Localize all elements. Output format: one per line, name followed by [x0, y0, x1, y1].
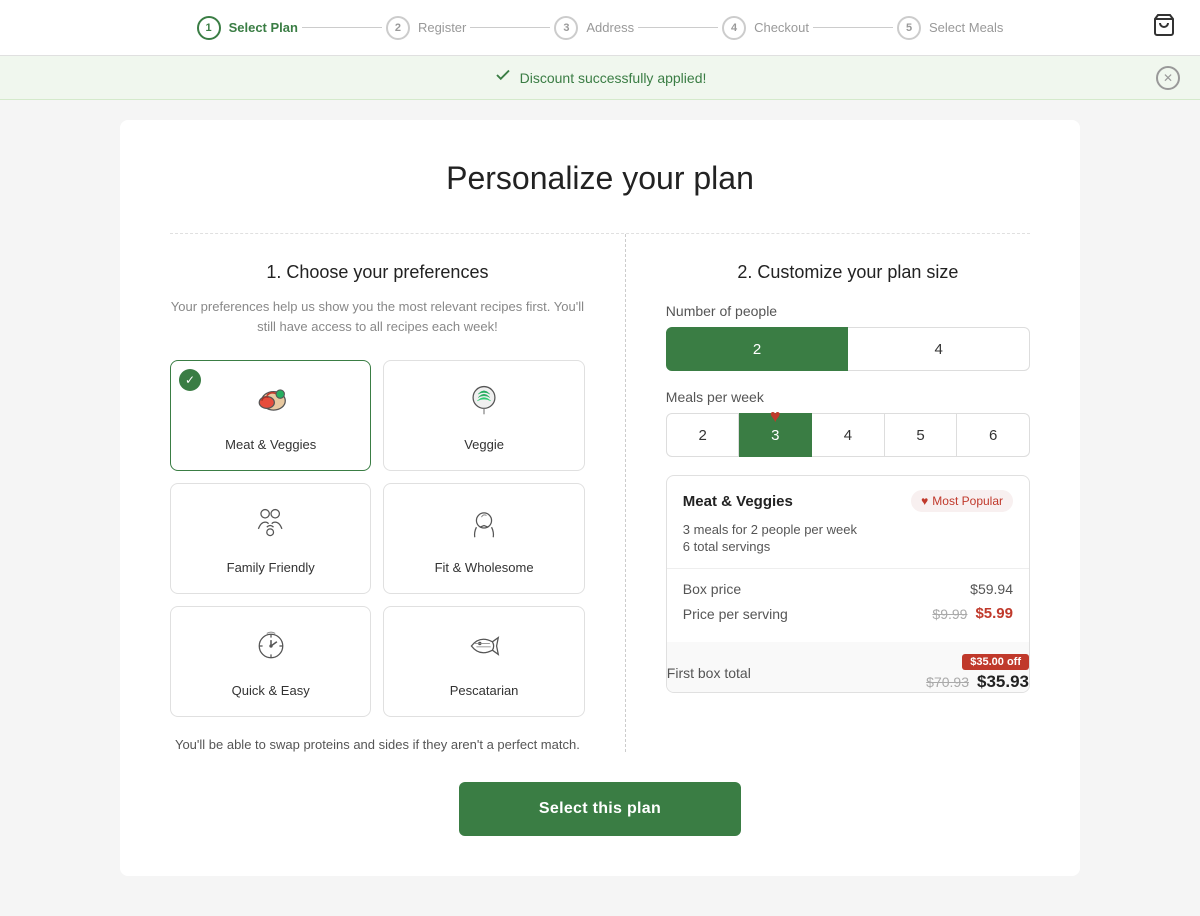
people-2-button[interactable]: 2 [666, 327, 849, 371]
step-4-label: Checkout [754, 20, 809, 35]
step-5-label: Select Meals [929, 20, 1003, 35]
select-plan-button[interactable]: Select this plan [459, 782, 741, 836]
discount-text: Discount successfully applied! [520, 70, 707, 86]
plan-size-title: 2. Customize your plan size [666, 262, 1030, 283]
pref-fit-wholesome[interactable]: Fit & Wholesome [383, 483, 584, 594]
preferences-description: Your preferences help us show you the mo… [170, 297, 585, 336]
pref-quick-easy[interactable]: Quick & Easy [170, 606, 371, 717]
veggie-label: Veggie [464, 437, 504, 452]
meals-5-button[interactable]: 5 [885, 413, 958, 457]
discount-banner: Discount successfully applied! ✕ [0, 56, 1200, 100]
box-price-label: Box price [683, 581, 741, 597]
first-prices-row: $70.93 $35.93 [926, 672, 1029, 692]
summary-pricing: Box price $59.94 Price per serving $9.99… [667, 569, 1029, 642]
step-3-circle: 3 [554, 16, 578, 40]
meat-veggies-icon [250, 379, 292, 427]
summary-box: Meat & Veggies ♥ Most Popular 3 meals fo… [666, 475, 1030, 693]
pref-family-friendly[interactable]: Family Friendly [170, 483, 371, 594]
step-line-2 [470, 27, 550, 28]
box-price-row: Box price $59.94 [683, 581, 1013, 597]
step-1[interactable]: 1 Select Plan [197, 16, 298, 40]
step-5-circle: 5 [897, 16, 921, 40]
per-serving-row: Price per serving $9.99 $5.99 [683, 605, 1013, 622]
servings-desc: 6 total servings [683, 539, 1013, 554]
people-4-button[interactable]: 4 [848, 327, 1030, 371]
meat-veggies-label: Meat & Veggies [225, 437, 316, 452]
meals-2-button[interactable]: 2 [666, 413, 740, 457]
main-content: Personalize your plan 1. Choose your pre… [0, 100, 1200, 916]
pref-veggie[interactable]: Veggie [383, 360, 584, 471]
per-serving-label: Price per serving [683, 606, 788, 622]
step-2-circle: 2 [386, 16, 410, 40]
box-price-value: $59.94 [970, 581, 1013, 597]
top-nav: 1 Select Plan 2 Register 3 Address 4 Che… [0, 0, 1200, 56]
pescatarian-icon [463, 625, 505, 673]
popular-badge-text: Most Popular [932, 494, 1003, 508]
step-1-label: Select Plan [229, 20, 298, 35]
first-box-original: $70.93 [926, 674, 969, 690]
plan-size-column: 2. Customize your plan size Number of pe… [626, 234, 1030, 752]
step-4-circle: 4 [722, 16, 746, 40]
pescatarian-label: Pescatarian [450, 683, 519, 698]
step-2-label: Register [418, 20, 466, 35]
meals-6-button[interactable]: 6 [957, 413, 1030, 457]
step-4[interactable]: 4 Checkout [722, 16, 809, 40]
step-5[interactable]: 5 Select Meals [897, 16, 1003, 40]
quick-easy-label: Quick & Easy [232, 683, 310, 698]
per-serving-new: $5.99 [975, 605, 1013, 622]
heart-icon: ♥ [921, 494, 928, 508]
fit-wholesome-label: Fit & Wholesome [435, 560, 534, 575]
per-serving-original: $9.99 [932, 606, 967, 622]
plan-card: Personalize your plan 1. Choose your pre… [120, 120, 1080, 876]
meals-buttons: 2 ♥ 3 4 5 6 [666, 413, 1030, 457]
step-line-1 [302, 27, 382, 28]
preferences-section-title: 1. Choose your preferences [170, 262, 585, 283]
pref-pescatarian[interactable]: Pescatarian [383, 606, 584, 717]
step-3-label: Address [586, 20, 634, 35]
meals-3-button[interactable]: ♥ 3 [739, 413, 812, 457]
preferences-column: 1. Choose your preferences Your preferen… [170, 234, 626, 752]
step-3[interactable]: 3 Address [554, 16, 634, 40]
off-badge: $35.00 off [962, 654, 1029, 670]
close-banner-button[interactable]: ✕ [1156, 66, 1180, 90]
people-buttons: 2 4 [666, 327, 1030, 371]
step-1-circle: 1 [197, 16, 221, 40]
first-box-label: First box total [667, 665, 751, 681]
check-icon [494, 66, 512, 89]
pref-meat-veggies[interactable]: ✓ Meat & Veggies [170, 360, 371, 471]
meals-option-row: Meals per week 2 ♥ 3 4 5 6 [666, 389, 1030, 457]
cta-wrap: Select this plan [170, 782, 1030, 836]
cart-icon[interactable] [1152, 13, 1176, 43]
veggie-icon [463, 379, 505, 427]
people-option-row: Number of people 2 4 [666, 303, 1030, 371]
popular-badge: ♥ Most Popular [911, 490, 1013, 512]
page-title: Personalize your plan [170, 160, 1030, 197]
family-friendly-icon [250, 502, 292, 550]
discount-message: Discount successfully applied! [494, 66, 707, 89]
step-line-4 [813, 27, 893, 28]
family-friendly-label: Family Friendly [227, 560, 315, 575]
first-box-prices: $35.00 off $70.93 $35.93 [926, 654, 1029, 692]
meals-label: Meals per week [666, 389, 1030, 405]
meals-desc: 3 meals for 2 people per week [683, 522, 1013, 537]
first-box-row: First box total $35.00 off $70.93 $35.93 [666, 642, 1030, 693]
preferences-grid: ✓ Meat & Veggies [170, 360, 585, 717]
summary-sub: 3 meals for 2 people per week 6 total se… [667, 522, 1029, 568]
summary-header: Meat & Veggies ♥ Most Popular [667, 476, 1029, 522]
popular-dot: ♥ [770, 406, 781, 427]
steps-container: 1 Select Plan 2 Register 3 Address 4 Che… [197, 16, 1004, 40]
first-box-new: $35.93 [977, 672, 1029, 692]
meals-4-button[interactable]: 4 [812, 413, 885, 457]
columns-layout: 1. Choose your preferences Your preferen… [170, 233, 1030, 752]
step-2[interactable]: 2 Register [386, 16, 466, 40]
quick-easy-icon [250, 625, 292, 673]
selected-check-icon: ✓ [179, 369, 201, 391]
fit-wholesome-icon [463, 502, 505, 550]
people-label: Number of people [666, 303, 1030, 319]
step-line-3 [638, 27, 718, 28]
summary-plan-name: Meat & Veggies [683, 493, 793, 510]
